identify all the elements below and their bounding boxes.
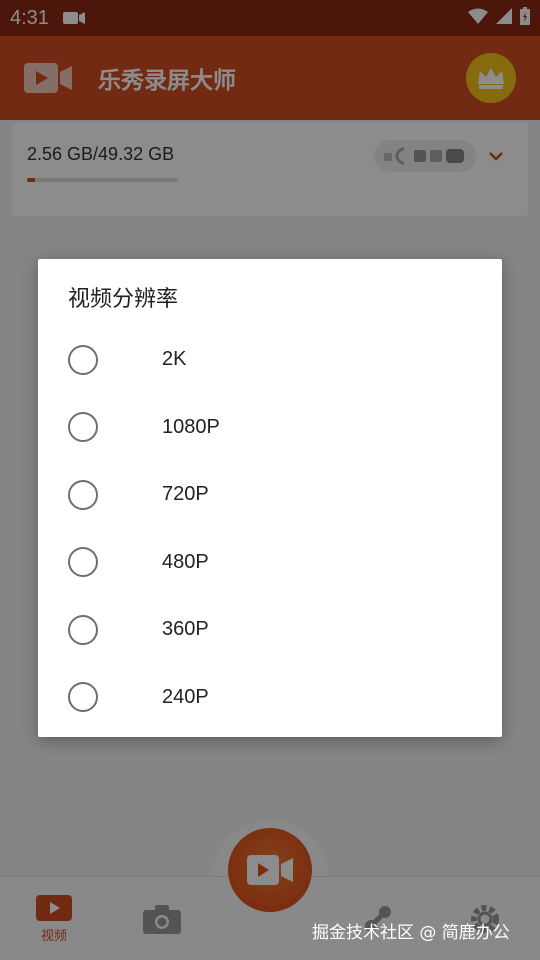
dialog-title: 视频分辨率 [68,287,179,312]
option-480p[interactable]: 480P [38,529,502,597]
option-label: 720P [162,483,209,506]
option-240p[interactable]: 240P [38,664,502,732]
radio-button-icon[interactable] [68,547,98,578]
option-1080p[interactable]: 1080P [38,394,502,462]
resolution-dialog: 视频分辨率 2K 1080P 720P 480P 360P 240P [38,259,502,737]
option-label: 1080P [162,415,220,438]
radio-button-icon[interactable] [68,412,98,443]
option-2k[interactable]: 2K [38,326,502,394]
radio-button-icon[interactable] [68,344,98,375]
resolution-options: 2K 1080P 720P 480P 360P 240P [38,326,502,731]
option-label: 240P [162,685,209,708]
radio-button-icon[interactable] [68,682,98,713]
option-label: 2K [162,348,187,371]
radio-button-icon[interactable] [68,479,98,510]
radio-button-icon[interactable] [68,614,98,645]
option-label: 360P [162,618,209,641]
option-360p[interactable]: 360P [38,596,502,664]
option-720p[interactable]: 720P [38,461,502,529]
watermark-text: 掘金技术社区 @ 简鹿办公 [312,923,510,943]
option-label: 480P [162,550,209,573]
